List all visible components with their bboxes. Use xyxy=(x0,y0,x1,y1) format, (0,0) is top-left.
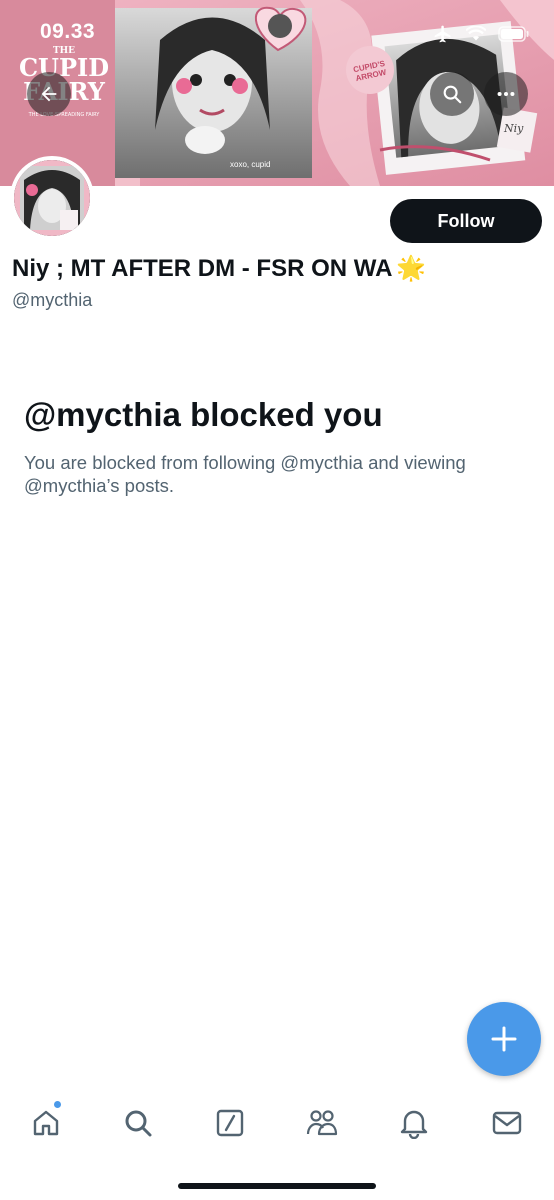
plus-icon xyxy=(491,1026,517,1052)
mail-icon xyxy=(492,1111,522,1135)
battery-icon xyxy=(498,26,529,42)
tab-search[interactable] xyxy=(120,1105,156,1141)
avatar[interactable] xyxy=(10,156,94,240)
bell-icon xyxy=(400,1110,428,1139)
tab-grok[interactable] xyxy=(212,1105,248,1141)
arrow-left-icon xyxy=(41,86,57,102)
airplane-mode-icon xyxy=(434,25,451,43)
blocked-title: @mycthia blocked you xyxy=(24,396,383,433)
search-icon xyxy=(443,85,462,104)
tab-notifications[interactable] xyxy=(396,1105,432,1141)
search-button[interactable] xyxy=(430,72,474,116)
back-button[interactable] xyxy=(27,72,71,116)
tab-messages[interactable] xyxy=(489,1105,525,1141)
home-icon xyxy=(33,1110,59,1136)
status-icons xyxy=(432,24,530,44)
home-indicator[interactable] xyxy=(178,1183,376,1189)
search-icon xyxy=(125,1110,152,1137)
display-name: Niy ; MT AFTER DM - FSR ON WA 🌟 xyxy=(12,254,426,283)
star-emoji: 🌟 xyxy=(396,255,427,282)
compose-post-button[interactable] xyxy=(467,1002,541,1076)
grok-icon xyxy=(216,1109,244,1137)
follow-button[interactable]: Follow xyxy=(390,199,542,243)
notification-dot xyxy=(54,1101,61,1108)
wifi-icon xyxy=(466,26,486,41)
display-name-text: Niy ; MT AFTER DM - FSR ON WA xyxy=(12,255,393,282)
communities-icon xyxy=(306,1110,338,1136)
bottom-tab-bar xyxy=(0,1085,554,1165)
banner-sticker: Niy xyxy=(504,122,524,135)
more-options-button[interactable] xyxy=(484,72,528,116)
user-handle: @mycthia xyxy=(12,290,93,310)
more-horizontal-icon xyxy=(497,91,515,97)
tab-communities[interactable] xyxy=(304,1105,340,1141)
avatar-image xyxy=(14,160,90,236)
banner-tagline: THE LOVE-SPREADING FAIRY xyxy=(28,112,100,118)
banner-caption: xoxo, cupid xyxy=(230,160,271,169)
status-bar: 09.33 xyxy=(0,20,554,50)
status-time: 09.33 xyxy=(40,20,96,43)
tab-home[interactable] xyxy=(28,1101,64,1141)
blocked-message: You are blocked from following @mycthia … xyxy=(24,452,466,496)
